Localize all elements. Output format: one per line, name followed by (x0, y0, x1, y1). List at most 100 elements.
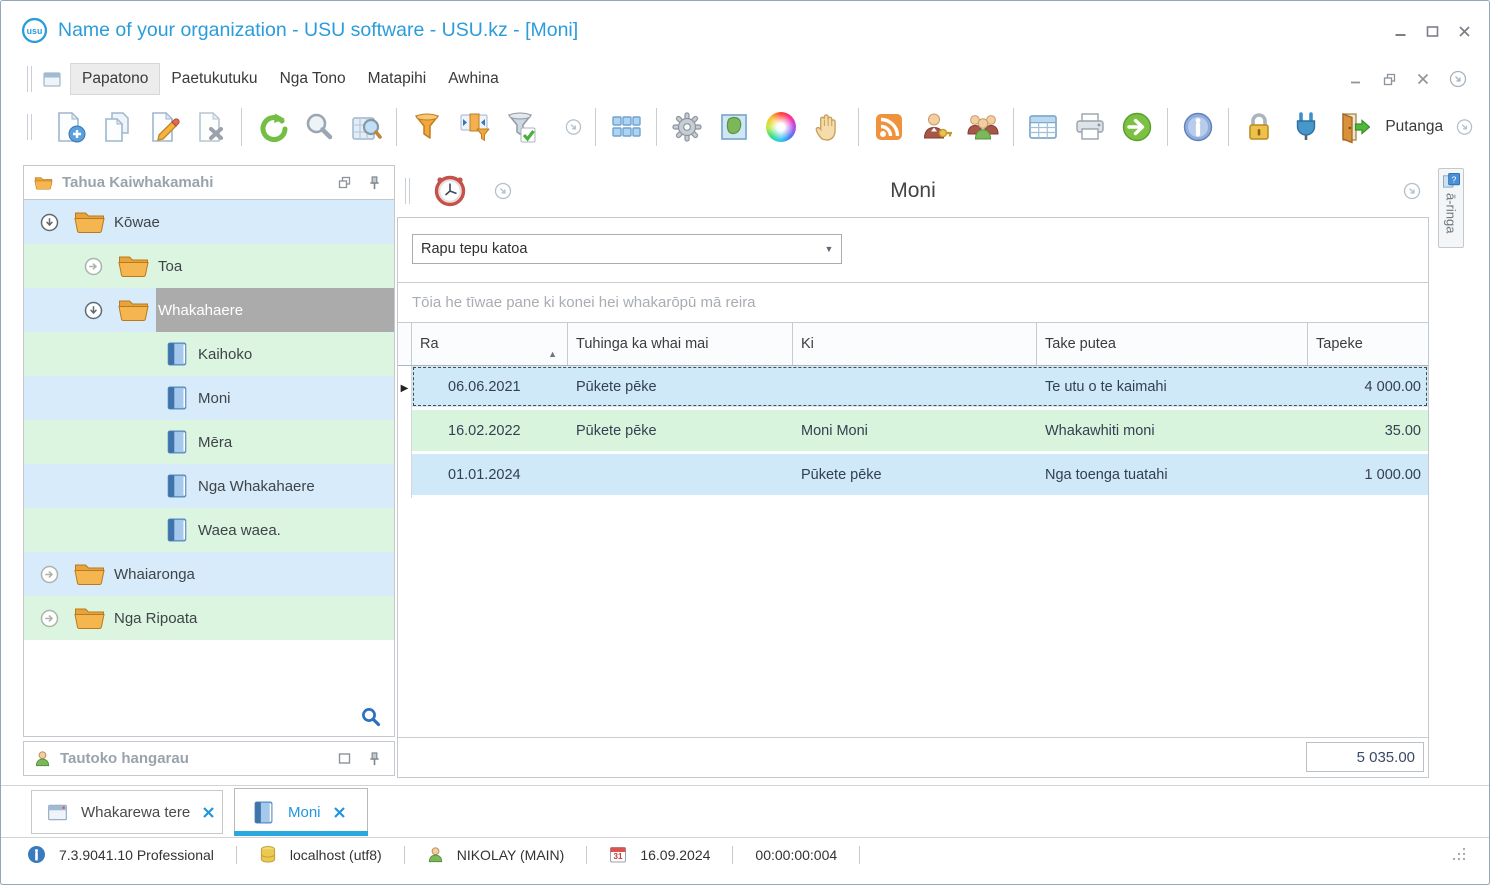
person-icon (428, 846, 442, 862)
exit-label[interactable]: Putanga (1385, 118, 1443, 136)
color-wheel-icon (765, 112, 796, 142)
manual-side-tab[interactable]: ? ā-ringa (1438, 168, 1464, 248)
tree-item-nga-whakahaere[interactable]: Nga Whakahaere (24, 464, 394, 508)
mdi-minimize-icon[interactable] (1349, 72, 1363, 86)
tree-item-kaihoko[interactable]: Kaihoko (24, 332, 394, 376)
column-header-ki[interactable]: Ki (793, 323, 1037, 365)
window-form-icon (48, 804, 67, 820)
delete-record-button[interactable] (194, 109, 228, 145)
filter-with-check-button[interactable] (504, 109, 538, 145)
tree-item-kowae[interactable]: Kōwae (24, 200, 394, 244)
column-header-ra[interactable]: Ra ▲ (412, 323, 568, 365)
info-button[interactable] (1181, 109, 1215, 145)
tree-item-whaiaronga[interactable]: Whaiaronga (24, 552, 394, 596)
support-panel-title: Tautoko hangarau (60, 750, 189, 767)
expand-icon[interactable] (40, 609, 59, 628)
new-record-button[interactable] (53, 109, 87, 145)
menu-item-awhina[interactable]: Awhina (437, 64, 510, 94)
tab-close-icon[interactable] (202, 806, 215, 819)
maximize-button[interactable] (1424, 23, 1441, 40)
collapse-icon[interactable] (40, 213, 59, 232)
toolbar-separator (1228, 108, 1230, 146)
minimize-button[interactable] (1392, 23, 1409, 40)
support-panel-header[interactable]: Tautoko hangarau (23, 741, 395, 776)
menu-item-nga-tono[interactable]: Nga Tono (269, 64, 357, 94)
status-separator (403, 845, 405, 864)
svg-text:31: 31 (614, 852, 623, 861)
calendar-icon: 31 (610, 847, 627, 863)
doc-more-right-icon[interactable] (1403, 182, 1421, 200)
chevron-down-icon[interactable]: ▼ (817, 244, 841, 254)
search-table-combobox[interactable]: Rapu tepu katoa ▼ (412, 234, 842, 264)
refresh-button[interactable] (255, 109, 289, 145)
settings-gear-button[interactable] (670, 109, 704, 145)
panel-maximize-icon[interactable] (334, 750, 354, 768)
user-permissions-button[interactable] (919, 109, 953, 145)
tree: Kōwae Toa Whakahaere Kaihoko Moni Mēra N… (24, 200, 394, 640)
status-separator (732, 845, 734, 864)
mdi-close-icon[interactable] (1416, 72, 1430, 86)
filter-button[interactable] (410, 109, 444, 145)
panel-restore-icon[interactable] (334, 174, 354, 192)
column-header-tuhinga[interactable]: Tuhinga ka whai mai (568, 323, 793, 365)
print-button[interactable] (1073, 109, 1107, 145)
tree-item-moni[interactable]: Moni (24, 376, 394, 420)
menubar-grip[interactable] (27, 66, 32, 92)
menu-item-papatono[interactable]: Papatono (70, 63, 161, 95)
lock-button[interactable] (1242, 109, 1276, 145)
expand-icon[interactable] (40, 565, 59, 584)
drag-hand-button[interactable] (811, 109, 845, 145)
tree-item-nga-ripoata[interactable]: Nga Ripoata (24, 596, 394, 640)
resize-grip[interactable] (1451, 846, 1467, 862)
column-header-take-putea[interactable]: Take putea (1037, 323, 1308, 365)
table-row[interactable]: ▶ 06.06.2021 Pūkete pēke Te utu o te kai… (398, 366, 1428, 410)
column-header-tapeke[interactable]: Tapeke (1308, 323, 1428, 365)
panel-pin-icon[interactable] (364, 174, 384, 192)
tree-search-icon[interactable] (361, 707, 381, 727)
panel-pin-icon[interactable] (364, 750, 384, 768)
mdi-restore-icon[interactable] (1382, 72, 1397, 87)
tree-item-whakahaere[interactable]: Whakahaere (24, 288, 394, 332)
export-arrow-button[interactable] (1120, 109, 1154, 145)
exit-door-button[interactable] (1336, 109, 1371, 145)
plugin-button[interactable] (1289, 109, 1323, 145)
tree-item-mera[interactable]: Mēra (24, 420, 394, 464)
toolbar-grip[interactable] (27, 114, 32, 140)
copy-record-button[interactable] (100, 109, 134, 145)
menu-bar: Papatono Paetukutuku Nga Tono Matapihi A… (1, 59, 1489, 99)
window-form-icon (43, 72, 61, 86)
users-group-button[interactable] (966, 109, 1000, 145)
layout-grid-button[interactable] (609, 109, 643, 145)
menu-item-paetukutuku[interactable]: Paetukutuku (160, 64, 268, 94)
map-button[interactable] (717, 109, 751, 145)
tab-whakarewa-tere[interactable]: Whakarewa tere (31, 790, 223, 834)
search-button[interactable] (302, 109, 336, 145)
edit-record-button[interactable] (147, 109, 181, 145)
expand-icon[interactable] (84, 257, 103, 276)
toolbar-more-icon[interactable] (1456, 118, 1473, 136)
table-row[interactable]: 16.02.2022 Pūkete pēke Moni Moni Whakawh… (398, 410, 1428, 454)
tab-moni[interactable]: Moni (234, 788, 368, 836)
rss-feed-button[interactable] (872, 109, 906, 145)
menu-item-matapihi[interactable]: Matapihi (357, 64, 438, 94)
color-wheel-button[interactable] (764, 109, 798, 145)
tree-item-waea-waea[interactable]: Waea waea. (24, 508, 394, 552)
search-band: Rapu tepu katoa ▼ (398, 218, 1428, 283)
help-book-icon: ? (1442, 172, 1460, 188)
folder-icon (118, 256, 149, 277)
status-separator (235, 845, 237, 864)
group-by-band[interactable]: Tōia he tīwae pane ki konei hei whakarōp… (398, 283, 1428, 323)
table-row[interactable]: 01.01.2024 Pūkete pēke Nga toenga tuatah… (398, 454, 1428, 498)
tree-empty-area (24, 640, 394, 736)
info-icon[interactable] (27, 845, 46, 864)
table-view-button[interactable] (1026, 109, 1060, 145)
mdi-more-icon[interactable] (1449, 70, 1467, 88)
tab-close-icon[interactable] (333, 806, 346, 819)
filter-more-icon[interactable] (565, 118, 582, 136)
search-in-table-button[interactable] (349, 109, 383, 145)
tree-item-toa[interactable]: Toa (24, 244, 394, 288)
close-button[interactable] (1456, 23, 1473, 40)
collapse-icon[interactable] (84, 301, 103, 320)
toolbar-separator (395, 108, 397, 146)
filter-by-selection-button[interactable] (457, 109, 491, 145)
